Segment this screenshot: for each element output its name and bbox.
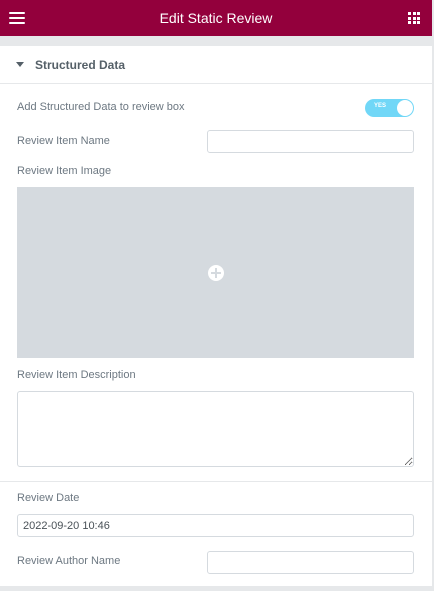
review-date-label: Review Date bbox=[17, 492, 80, 504]
caret-down-icon bbox=[16, 62, 24, 67]
divider bbox=[0, 481, 432, 482]
author-name-input[interactable] bbox=[207, 551, 414, 574]
review-date-input[interactable] bbox=[17, 514, 414, 537]
section-title: Structured Data bbox=[35, 57, 126, 72]
item-name-input[interactable] bbox=[207, 130, 414, 153]
add-image-icon bbox=[207, 264, 224, 281]
item-description-textarea[interactable] bbox=[17, 391, 414, 467]
image-picker[interactable] bbox=[17, 187, 414, 358]
hamburger-menu-icon[interactable] bbox=[9, 12, 25, 24]
structured-data-label: Add Structured Data to review box bbox=[17, 101, 185, 113]
toggle-knob bbox=[397, 100, 413, 116]
editor-header: Edit Static Review bbox=[0, 0, 432, 36]
author-name-label: Review Author Name bbox=[17, 555, 121, 567]
item-description-label: Review Item Description bbox=[17, 369, 136, 381]
section-header-structured-data[interactable]: Structured Data bbox=[0, 46, 432, 84]
item-name-label: Review Item Name bbox=[17, 135, 110, 147]
page-title: Edit Static Review bbox=[159, 10, 273, 26]
item-image-label: Review Item Image bbox=[17, 165, 112, 177]
widgets-grid-icon[interactable] bbox=[408, 12, 420, 24]
structured-data-toggle[interactable]: YES bbox=[365, 99, 414, 117]
toggle-text: YES bbox=[374, 103, 387, 109]
settings-panel: Structured Data Add Structured Data to r… bbox=[0, 46, 432, 586]
